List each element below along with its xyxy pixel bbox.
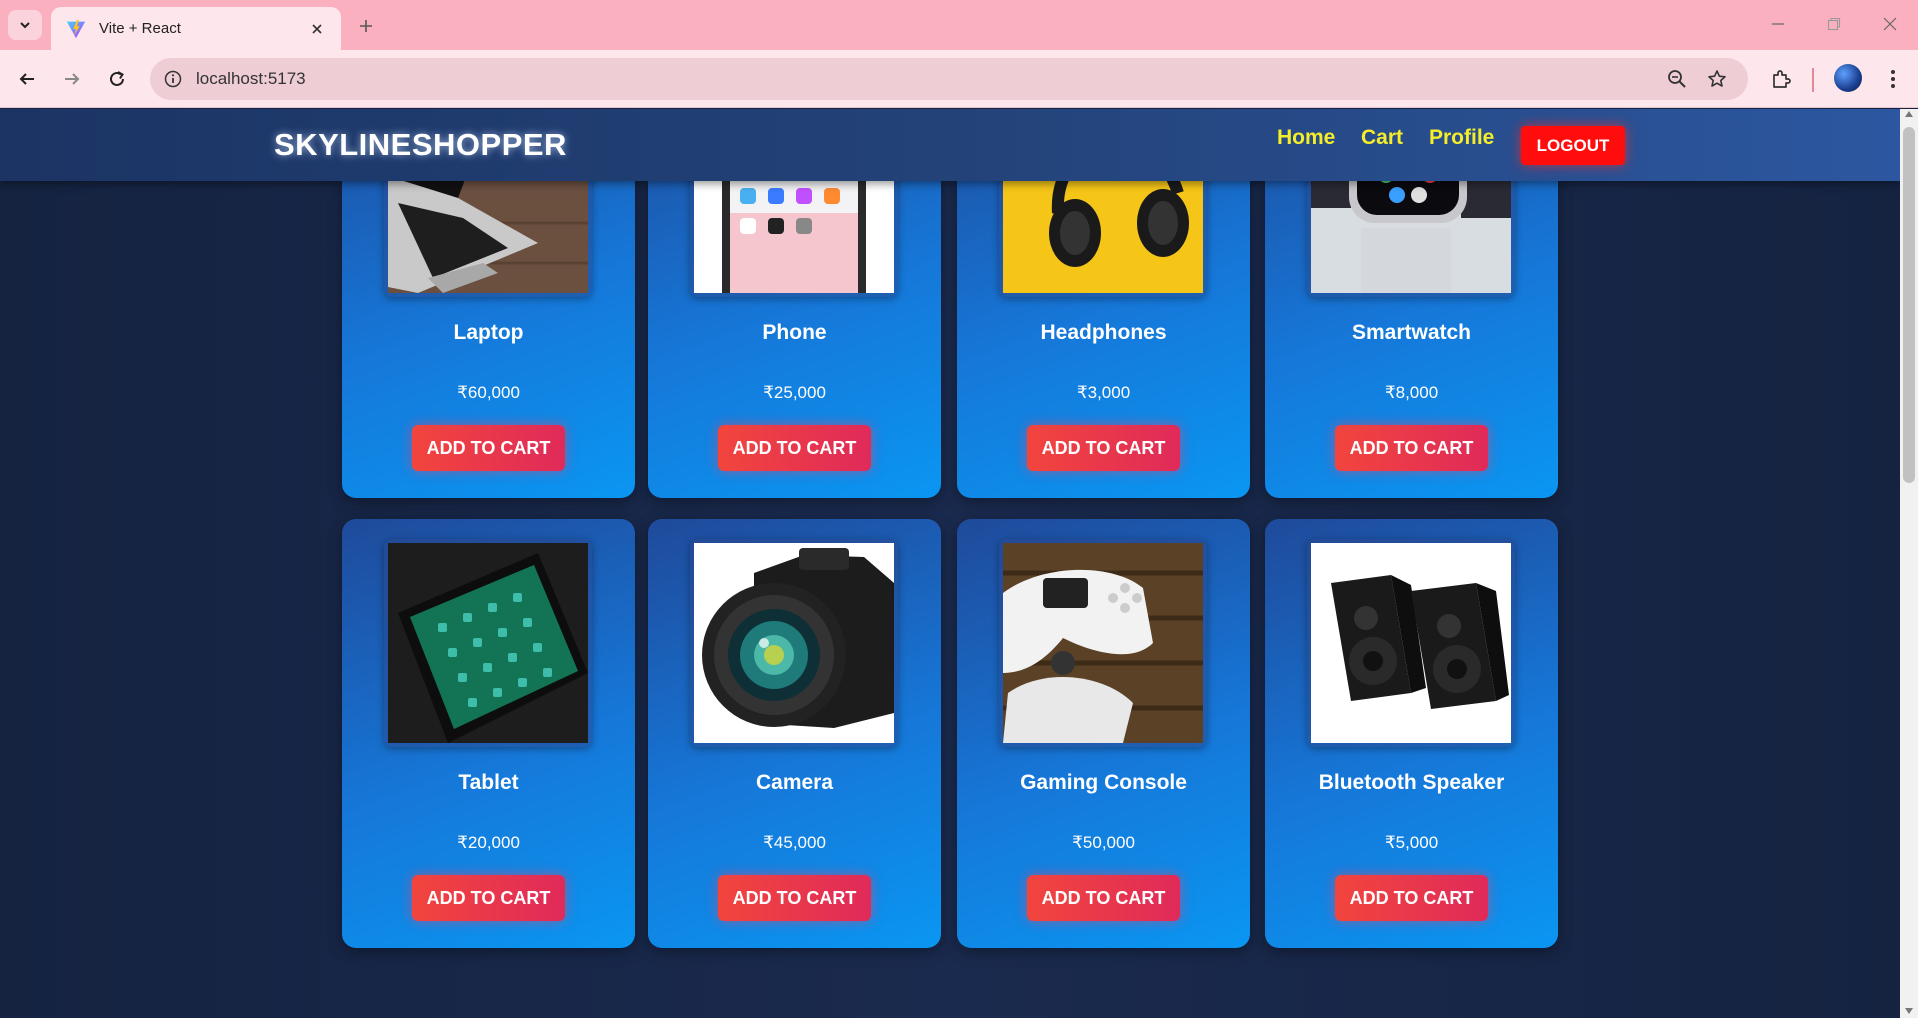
profile-avatar[interactable] <box>1834 64 1862 92</box>
product-name: Laptop <box>453 321 524 344</box>
product-price: ₹50,000 <box>1072 833 1135 852</box>
product-price: ₹20,000 <box>457 833 520 852</box>
product-name: Headphones <box>1040 321 1167 344</box>
camera-image[interactable] <box>694 543 894 743</box>
product-price: ₹25,000 <box>763 383 826 402</box>
tab-close-icon[interactable] <box>307 19 327 39</box>
forward-icon[interactable] <box>56 63 88 95</box>
product-card: Tablet ₹20,000 ADD TO CART <box>342 519 635 948</box>
scroll-up-arrow-icon[interactable] <box>1905 111 1913 117</box>
page-scrollbar[interactable] <box>1900 109 1918 1018</box>
product-price: ₹5,000 <box>1384 833 1439 852</box>
app-header: SKYLINESHOPPER Home Cart Profile LOGOUT <box>0 109 1900 181</box>
product-price: ₹60,000 <box>457 383 520 402</box>
add-to-cart-button[interactable]: ADD TO CART <box>1027 875 1180 921</box>
product-image-frame <box>999 539 1207 747</box>
chevron-down-icon <box>20 22 30 29</box>
tablet-image[interactable] <box>388 543 588 743</box>
gaming-console-image[interactable] <box>1003 543 1203 743</box>
bookmark-star-icon[interactable] <box>1704 66 1730 92</box>
browser-toolbar: localhost:5173 <box>0 50 1918 108</box>
product-name: Gaming Console <box>1020 771 1187 794</box>
restore-icon[interactable] <box>1814 10 1854 38</box>
product-name: Bluetooth Speaker <box>1318 771 1505 794</box>
product-image-frame <box>384 539 592 747</box>
product-name: Tablet <box>458 771 519 794</box>
tab-title: Vite + React <box>99 20 181 37</box>
minimize-icon[interactable] <box>1758 10 1798 38</box>
add-to-cart-button[interactable]: ADD TO CART <box>1027 425 1180 471</box>
brand-logo[interactable]: SKYLINESHOPPER <box>274 127 567 163</box>
scrollbar-thumb[interactable] <box>1903 127 1915 483</box>
vite-favicon-icon <box>66 19 86 38</box>
nav-profile-link[interactable]: Profile <box>1429 126 1494 150</box>
nav-cart-link[interactable]: Cart <box>1361 126 1403 150</box>
page-viewport: SKYLINESHOPPER Home Cart Profile LOGOUT <box>0 109 1900 1018</box>
reload-icon[interactable] <box>101 63 133 95</box>
bluetooth-speaker-image[interactable] <box>1311 543 1511 743</box>
nav-home-link[interactable]: Home <box>1277 126 1335 150</box>
product-price: ₹8,000 <box>1384 383 1439 402</box>
product-card: Bluetooth Speaker ₹5,000 ADD TO CART <box>1265 519 1558 948</box>
product-price: ₹3,000 <box>1076 383 1131 402</box>
product-image-frame <box>690 539 898 747</box>
browser-tab[interactable]: Vite + React <box>51 7 341 50</box>
add-to-cart-button[interactable]: ADD TO CART <box>412 425 565 471</box>
product-price: ₹45,000 <box>763 833 826 852</box>
back-icon[interactable] <box>11 63 43 95</box>
product-name: Smartwatch <box>1351 321 1472 344</box>
zoom-icon[interactable] <box>1664 66 1690 92</box>
toolbar-divider <box>1812 68 1814 92</box>
tab-search-button[interactable] <box>8 10 42 40</box>
product-card: Gaming Console ₹50,000 ADD TO CART <box>957 519 1250 948</box>
scroll-down-arrow-icon[interactable] <box>1905 1008 1913 1014</box>
extensions-icon[interactable] <box>1768 66 1794 92</box>
product-image-frame <box>1307 539 1515 747</box>
add-to-cart-button[interactable]: ADD TO CART <box>1335 425 1488 471</box>
product-card: Camera ₹45,000 ADD TO CART <box>648 519 941 948</box>
add-to-cart-button[interactable]: ADD TO CART <box>412 875 565 921</box>
logout-button[interactable]: LOGOUT <box>1521 126 1625 165</box>
add-to-cart-button[interactable]: ADD TO CART <box>1335 875 1488 921</box>
add-to-cart-button[interactable]: ADD TO CART <box>718 875 871 921</box>
product-name: Camera <box>755 771 834 794</box>
address-bar[interactable]: localhost:5173 <box>150 58 1748 100</box>
browser-menu-icon[interactable] <box>1880 66 1906 92</box>
window-close-icon[interactable] <box>1870 10 1910 38</box>
url-text: localhost:5173 <box>196 69 306 88</box>
site-info-icon[interactable] <box>152 58 194 100</box>
product-name: Phone <box>762 321 827 344</box>
add-to-cart-button[interactable]: ADD TO CART <box>718 425 871 471</box>
new-tab-icon[interactable] <box>352 12 380 40</box>
browser-tab-bar: Vite + React <box>0 0 1918 50</box>
